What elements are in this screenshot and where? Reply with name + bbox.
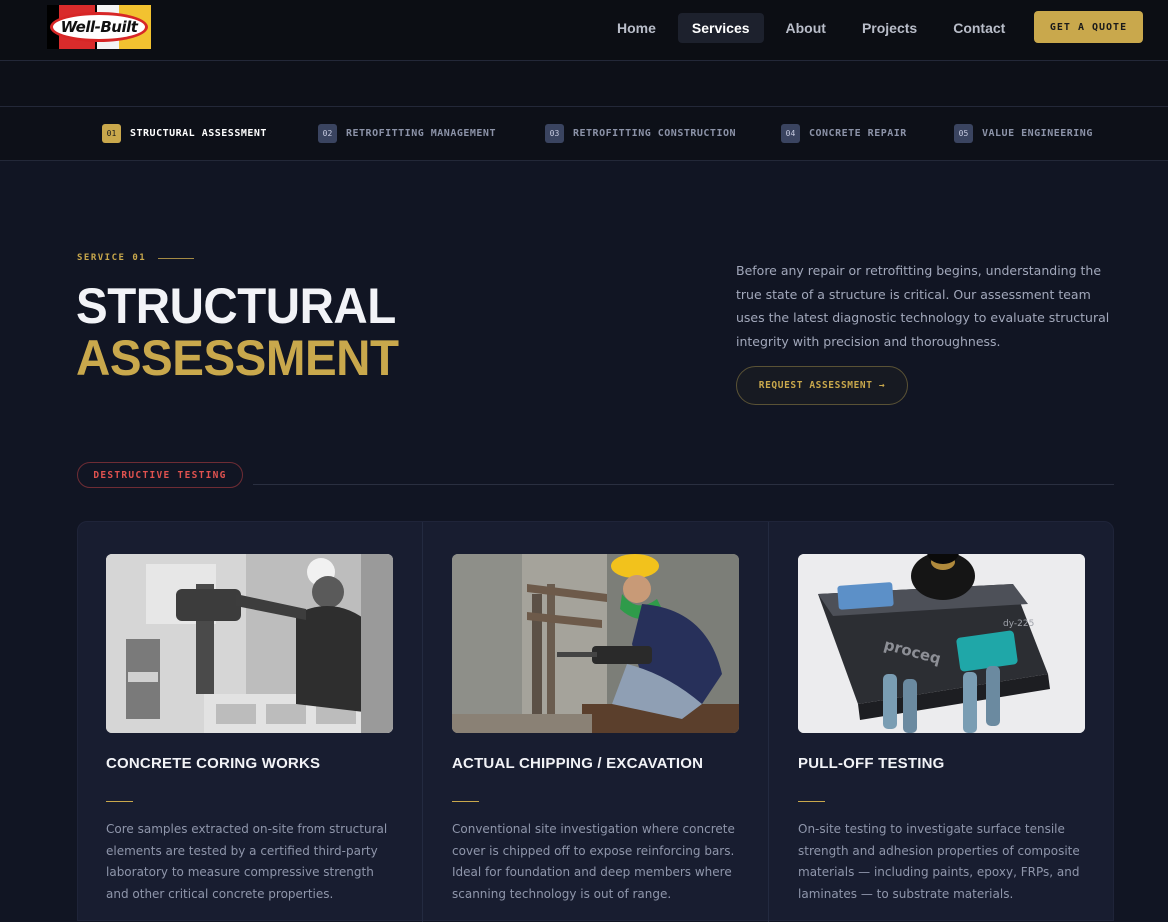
card-accent-rule bbox=[106, 801, 133, 802]
main-nav: Home Services About Projects Contact bbox=[603, 13, 1027, 43]
logo-text: Well-Built bbox=[60, 18, 138, 36]
service-cards-panel: CONCRETE CORING WORKS Core samples extra… bbox=[77, 521, 1114, 922]
category-divider bbox=[253, 484, 1114, 485]
logo-emblem: Well-Built bbox=[50, 12, 148, 42]
tab-label: VALUE ENGINEERING bbox=[982, 127, 1093, 139]
nav-link-about[interactable]: About bbox=[772, 13, 840, 43]
tab-label: CONCRETE REPAIR bbox=[809, 127, 907, 139]
service-card-concrete-coring: CONCRETE CORING WORKS Core samples extra… bbox=[106, 554, 393, 905]
chipping-excavation-photo bbox=[452, 554, 739, 733]
request-assessment-button[interactable]: REQUEST ASSESSMENT → bbox=[736, 366, 908, 405]
card-divider bbox=[422, 522, 423, 922]
nav-link-projects[interactable]: Projects bbox=[848, 13, 931, 43]
tab-number-badge: 03 bbox=[545, 123, 564, 143]
page-title: STRUCTURAL ASSESSMENT bbox=[76, 280, 399, 384]
card-title: PULL-OFF TESTING bbox=[798, 755, 945, 772]
nav-link-services[interactable]: Services bbox=[677, 13, 764, 43]
tab-retrofitting-construction[interactable]: 03 RETROFITTING CONSTRUCTION bbox=[545, 123, 736, 143]
tab-value-engineering[interactable]: 05 VALUE ENGINEERING bbox=[954, 123, 1093, 143]
card-description: Core samples extracted on-site from stru… bbox=[106, 822, 388, 901]
tab-retrofitting-management[interactable]: 02 RETROFITTING MANAGEMENT bbox=[318, 123, 496, 143]
tab-number-badge: 04 bbox=[781, 123, 800, 143]
tab-number-badge: 05 bbox=[954, 123, 973, 143]
service-eyebrow: SERVICE 01 bbox=[77, 253, 195, 263]
card-divider bbox=[768, 522, 769, 922]
tab-structural-assessment[interactable]: 01 STRUCTURAL ASSESSMENT bbox=[102, 123, 267, 143]
header-spacer-band bbox=[0, 61, 1168, 107]
tab-number-badge: 01 bbox=[102, 123, 121, 143]
get-a-quote-button[interactable]: GET A QUOTE bbox=[1034, 11, 1143, 43]
card-title: CONCRETE CORING WORKS bbox=[106, 755, 321, 772]
eyebrow-rule bbox=[158, 257, 195, 259]
top-navigation-bar: Well-Built Home Services About Projects … bbox=[0, 0, 1168, 61]
card-accent-rule bbox=[798, 801, 825, 802]
service-intro-text: Before any repair or retrofitting begins… bbox=[736, 263, 1110, 349]
page-title-line-2: ASSESSMENT bbox=[76, 330, 399, 386]
company-logo[interactable]: Well-Built bbox=[47, 5, 151, 49]
card-description: Conventional site investigation where co… bbox=[452, 822, 735, 901]
card-title: ACTUAL CHIPPING / EXCAVATION bbox=[452, 755, 704, 772]
concrete-coring-photo bbox=[106, 554, 393, 733]
service-number-label: SERVICE 01 bbox=[77, 253, 147, 263]
service-tabs: 01 STRUCTURAL ASSESSMENT 02 RETROFITTING… bbox=[0, 107, 1168, 161]
card-description: On-site testing to investigate surface t… bbox=[798, 822, 1080, 901]
tab-label: RETROFITTING MANAGEMENT bbox=[346, 127, 496, 139]
tab-number-badge: 02 bbox=[318, 123, 337, 143]
tab-label: RETROFITTING CONSTRUCTION bbox=[573, 127, 737, 139]
nav-link-contact[interactable]: Contact bbox=[939, 13, 1019, 43]
tab-label: STRUCTURAL ASSESSMENT bbox=[130, 127, 267, 139]
card-accent-rule bbox=[452, 801, 479, 802]
service-card-pull-off-testing: proceq dy-225 PULL-OFF TESTING On-site t… bbox=[798, 554, 1085, 905]
nav-link-home[interactable]: Home bbox=[603, 13, 670, 43]
tab-concrete-repair[interactable]: 04 CONCRETE REPAIR bbox=[781, 123, 907, 143]
page-title-line-1: STRUCTURAL bbox=[76, 278, 396, 334]
category-badge: DESTRUCTIVE TESTING bbox=[77, 462, 243, 488]
device-model-text: dy-225 bbox=[1003, 619, 1034, 629]
service-card-chipping-excavation: ACTUAL CHIPPING / EXCAVATION Conventiona… bbox=[452, 554, 739, 905]
pull-off-tester-photo: proceq dy-225 bbox=[798, 554, 1085, 733]
